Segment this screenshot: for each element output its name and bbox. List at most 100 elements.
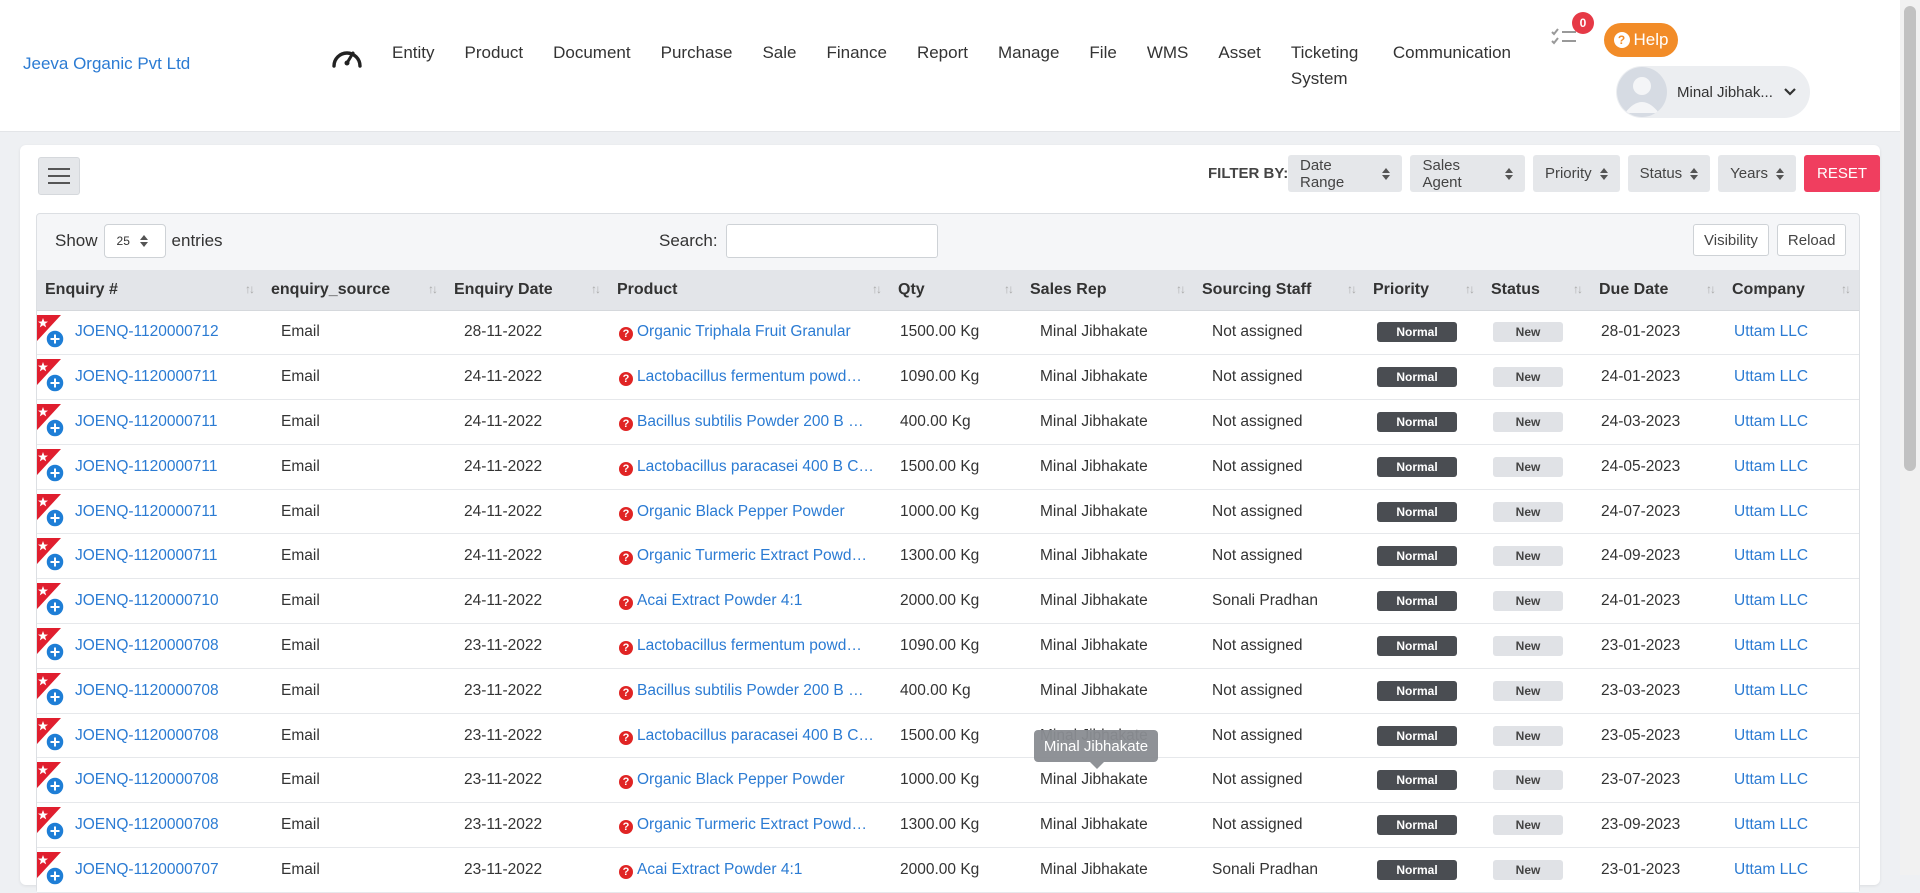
column-header-priority[interactable]: Priority ↑↓ [1365,270,1483,311]
row-expand-icon[interactable] [37,583,67,619]
table-row[interactable]: JOENQ-1120000707 Email 23-11-2022? Acai Ext… [37,847,1859,893]
table-row[interactable]: JOENQ-1120000708 Email 23-11-2022? Lactobac… [37,713,1859,759]
filter-priority-button[interactable]: Priority [1532,155,1620,192]
product-link[interactable]: Acai Extract Powder 4:1 [637,861,802,878]
filter-years-button[interactable]: Years [1718,155,1796,192]
enquiry-link[interactable]: JOENQ-1120000711 [75,368,217,385]
column-header-status[interactable]: Status ↑↓ [1483,270,1591,311]
product-link[interactable]: Organic Black Pepper Powder [637,503,845,520]
sidebar-toggle-button[interactable] [38,157,80,195]
product-link[interactable]: Acai Extract Powder 4:1 [637,592,802,609]
help-button[interactable]: ? Help [1604,23,1678,57]
table-row[interactable]: JOENQ-1120000708 Email 23-11-2022? Bacillus… [37,668,1859,714]
company-link[interactable]: Uttam LLC [1734,727,1808,744]
enquiry-link[interactable]: JOENQ-1120000708 [75,682,219,699]
row-expand-icon[interactable] [37,762,67,798]
company-link[interactable]: Uttam LLC [1734,458,1808,475]
company-link[interactable]: Uttam LLC [1734,637,1808,654]
row-expand-icon[interactable] [37,404,67,440]
product-link[interactable]: Lactobacillus paracasei 400 B C… [637,727,874,744]
product-link[interactable]: Organic Triphala Fruit Granular [637,323,851,340]
product-link[interactable]: Organic Turmeric Extract Powd… [637,547,867,564]
product-link[interactable]: Lactobacillus paracasei 400 B C… [637,458,874,475]
scrollbar-thumb[interactable] [1904,6,1916,471]
reset-button[interactable]: RESET [1803,155,1880,192]
column-header-enquiry-date[interactable]: Enquiry Date ↑↓ [446,270,609,311]
company-link[interactable]: Uttam LLC [1734,547,1808,564]
table-row[interactable]: JOENQ-1120000711 Email 24-11-2022? Organic … [37,489,1859,535]
nav-item-communication[interactable]: Communication [1393,40,1511,66]
table-row[interactable]: JOENQ-1120000708 Email 23-11-2022? Organic … [37,757,1859,804]
product-link[interactable]: Bacillus subtilis Powder 200 B … [637,413,864,430]
company-link[interactable]: Uttam LLC [1734,413,1808,430]
enquiry-link[interactable]: JOENQ-1120000708 [75,771,219,788]
row-expand-icon[interactable] [37,314,67,351]
notifications-button[interactable]: 0 [1550,12,1594,56]
table-row[interactable]: JOENQ-1120000711 Email 24-11-2022? Lactobac… [37,444,1859,490]
nav-item-document[interactable]: Document [553,40,630,66]
column-header-company[interactable]: Company ↑↓ [1724,270,1859,311]
filter-sales-agent-button[interactable]: Sales Agent [1410,155,1525,192]
enquiry-link[interactable]: JOENQ-1120000712 [75,323,219,340]
product-link[interactable]: Lactobacillus fermentum powd… [637,637,862,654]
company-link[interactable]: Uttam LLC [1734,592,1808,609]
enquiry-link[interactable]: JOENQ-1120000710 [75,592,219,609]
table-row[interactable]: JOENQ-1120000711 Email 24-11-2022? Organic … [37,533,1859,580]
nav-item-report[interactable]: Report [917,40,968,66]
company-link[interactable]: Uttam LLC [1734,771,1808,788]
nav-item-wms[interactable]: WMS [1147,40,1189,66]
enquiry-link[interactable]: JOENQ-1120000711 [75,547,217,564]
company-link[interactable]: Uttam LLC [1734,861,1808,878]
row-expand-icon[interactable] [37,628,67,664]
product-link[interactable]: Organic Turmeric Extract Powd… [637,816,867,833]
row-expand-icon[interactable] [37,852,67,888]
column-header-qty[interactable]: Qty ↑↓ [890,270,1022,311]
column-header-enquiry-[interactable]: Enquiry # ↑↓ [37,270,263,311]
product-link[interactable]: Lactobacillus fermentum powd… [637,368,862,385]
nav-item-ticketing-system[interactable]: Ticketing System [1291,40,1363,92]
product-link[interactable]: Organic Black Pepper Powder [637,771,845,788]
row-expand-icon[interactable] [37,448,67,485]
row-expand-icon[interactable] [37,493,67,530]
column-header-enquiry-source[interactable]: enquiry_source ↑↓ [263,270,446,311]
nav-item-sale[interactable]: Sale [762,40,796,66]
nav-item-entity[interactable]: Entity [392,40,435,66]
nav-item-purchase[interactable]: Purchase [661,40,733,66]
nav-item-file[interactable]: File [1089,40,1116,66]
search-input[interactable] [725,224,938,258]
table-row[interactable]: JOENQ-1120000712 Email 28-11-2022? Organic … [37,310,1859,356]
company-link[interactable]: Uttam LLC [1734,368,1808,385]
table-row[interactable]: JOENQ-1120000710 Email 24-11-2022? Acai Ext… [37,578,1859,625]
enquiry-link[interactable]: JOENQ-1120000711 [75,503,217,520]
enquiry-link[interactable]: JOENQ-1120000711 [75,458,217,475]
entries-select[interactable]: 25 [103,224,166,258]
company-link[interactable]: Uttam LLC [1734,503,1808,520]
page-scrollbar[interactable] [1900,0,1920,875]
row-expand-icon[interactable] [37,359,67,395]
enquiry-link[interactable]: JOENQ-1120000707 [75,861,219,878]
user-menu[interactable]: Minal Jibhak... [1616,66,1810,118]
nav-item-asset[interactable]: Asset [1218,40,1261,66]
filter-date-range-button[interactable]: Date Range [1288,155,1403,192]
nav-item-manage[interactable]: Manage [998,40,1059,66]
column-header-due-date[interactable]: Due Date ↑↓ [1591,270,1724,311]
filter-status-button[interactable]: Status [1627,155,1711,192]
enquiry-link[interactable]: JOENQ-1120000708 [75,637,219,654]
enquiry-link[interactable]: JOENQ-1120000708 [75,727,219,744]
table-row[interactable]: JOENQ-1120000711 Email 24-11-2022? Bacillus… [37,399,1859,445]
company-link[interactable]: Uttam LLC [1734,816,1808,833]
row-expand-icon[interactable] [37,672,67,709]
nav-item-product[interactable]: Product [465,40,524,66]
table-row[interactable]: JOENQ-1120000708 Email 23-11-2022? Organic … [37,802,1859,849]
reload-button[interactable]: Reload [1776,224,1847,256]
column-header-sourcing-staff[interactable]: Sourcing Staff ↑↓ [1194,270,1365,311]
company-link[interactable]: Uttam LLC [1734,682,1808,699]
column-header-product[interactable]: Product ↑↓ [609,270,890,311]
row-expand-icon[interactable] [37,538,67,574]
row-expand-icon[interactable] [37,807,67,843]
brand-name[interactable]: Jeeva Organic Pvt Ltd [23,54,190,74]
row-expand-icon[interactable] [37,717,67,754]
enquiry-link[interactable]: JOENQ-1120000711 [75,413,217,430]
dashboard-icon[interactable] [330,42,364,72]
nav-item-finance[interactable]: Finance [826,40,886,66]
